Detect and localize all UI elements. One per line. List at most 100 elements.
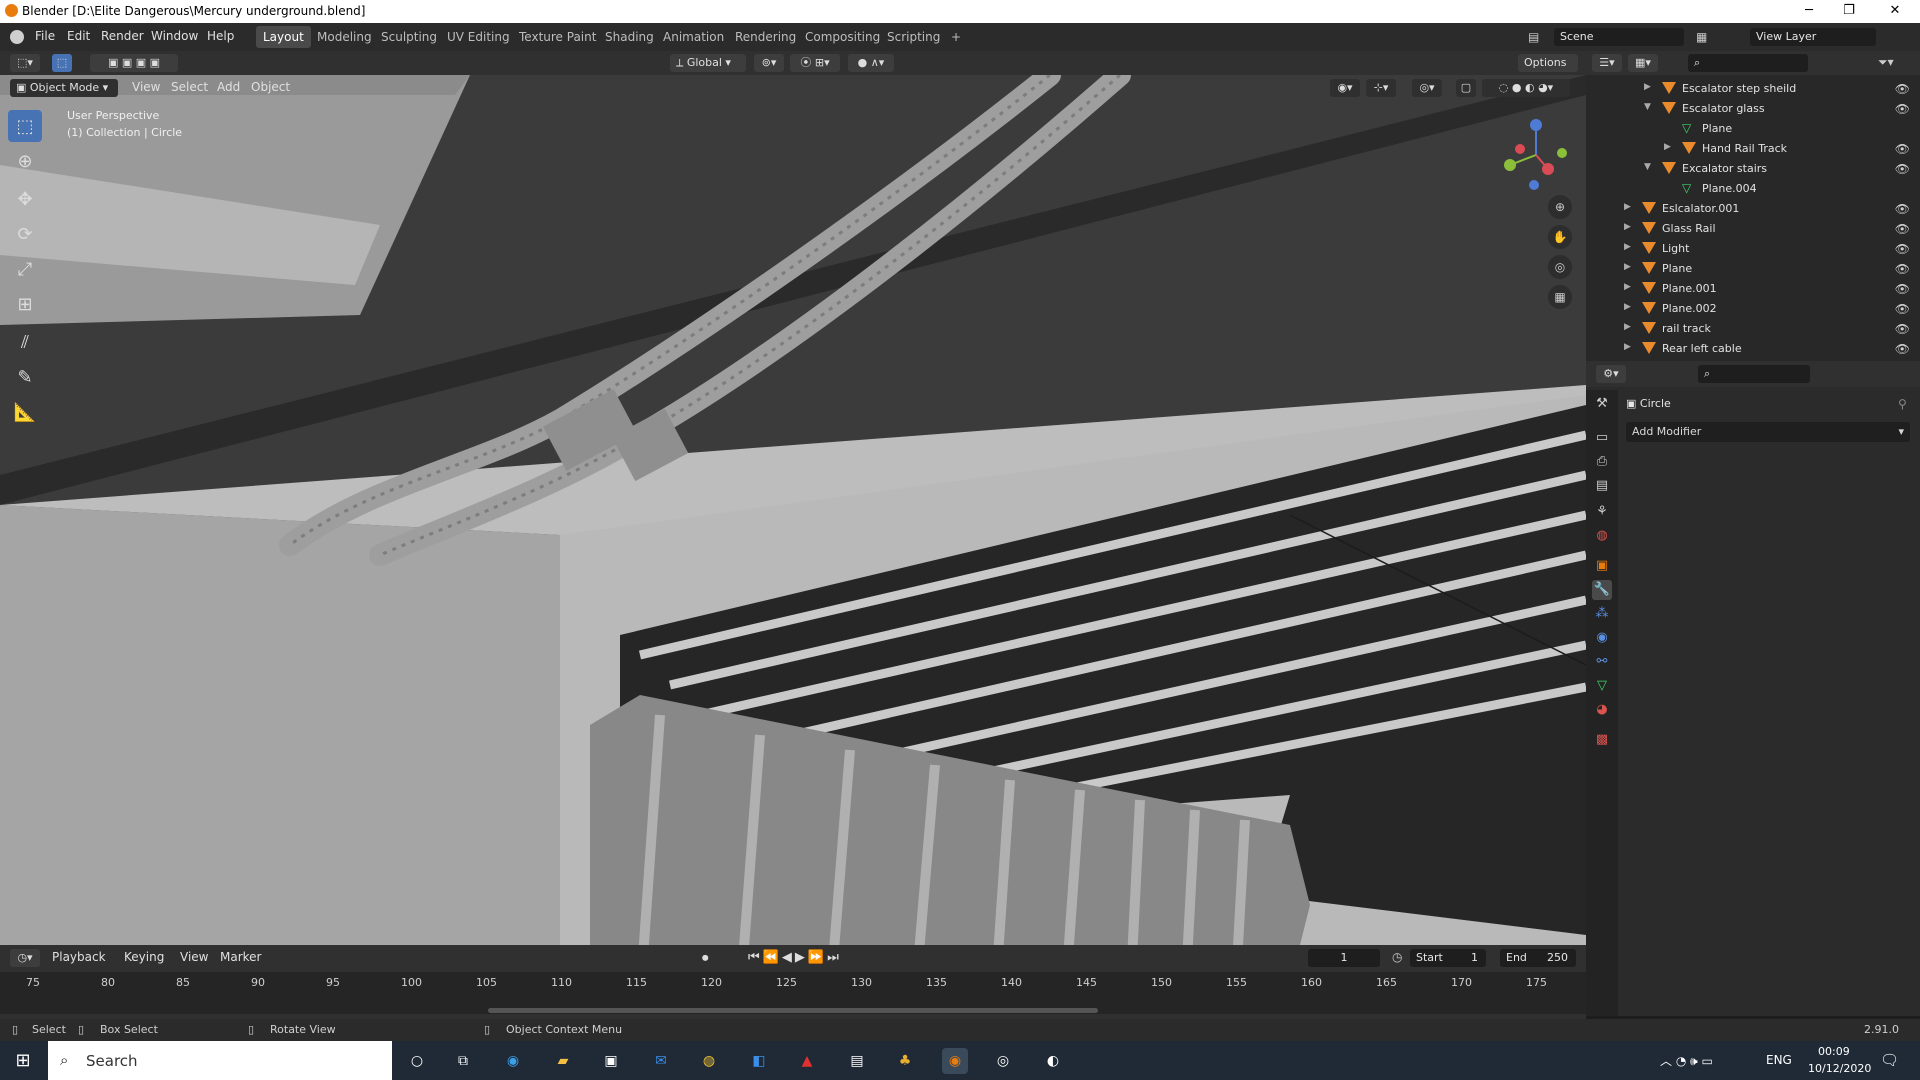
annotate-tool-icon[interactable]: ⫽ — [8, 326, 42, 358]
ortho-grid-icon[interactable]: ▦ — [1548, 285, 1572, 309]
outliner-item[interactable]: ▶ Glass Rail 👁 — [1586, 219, 1920, 239]
shading-mode-icons[interactable]: ◌ ● ◐ ◕▾ — [1482, 79, 1570, 97]
data-tab-icon[interactable]: ▽ — [1592, 676, 1612, 696]
overlays-icon[interactable]: ◎▾ — [1412, 79, 1442, 97]
menu-keying[interactable]: Keying — [124, 950, 164, 964]
timeline-editor-icon[interactable]: ◷▾ — [10, 949, 40, 967]
collapse-arrow-icon[interactable]: ▼ — [1644, 162, 1651, 172]
menu-timeline-view[interactable]: View — [180, 950, 208, 964]
tool-tab-icon[interactable]: ⚒ — [1592, 394, 1612, 414]
snap-icon[interactable]: ⦿ ⊞▾ — [790, 54, 840, 72]
close-button[interactable]: ✕ — [1872, 0, 1918, 23]
3d-viewport[interactable]: User Perspective (1) Collection | Circle… — [0, 75, 1586, 945]
outliner-item[interactable]: ▶ Plane.001 👁 — [1586, 279, 1920, 299]
file-explorer-icon[interactable]: ▰ — [550, 1048, 576, 1074]
outliner-item[interactable]: ▶ Hand Rail Track 👁 — [1586, 139, 1920, 159]
tray-icons[interactable]: ︿ ◔ 🕪 ▭ — [1660, 1052, 1713, 1069]
expand-arrow-icon[interactable]: ▶ — [1624, 282, 1631, 292]
outliner-item[interactable]: ▶ Plane.002 👁 — [1586, 299, 1920, 319]
object-tab-icon[interactable]: ▣ — [1592, 556, 1612, 576]
visibility-eye-icon[interactable]: 👁 — [1895, 342, 1910, 356]
visibility-eye-icon[interactable]: 👁 — [1895, 202, 1910, 216]
visibility-eye-icon[interactable]: 👁 — [1895, 82, 1910, 96]
move-tool-icon[interactable]: ✥ — [8, 183, 42, 215]
navigation-gizmo[interactable] — [1496, 115, 1576, 195]
render-tab-icon[interactable]: ▭ — [1592, 428, 1612, 448]
modifier-tab-icon[interactable]: 🔧 — [1592, 580, 1612, 600]
tab-modeling[interactable]: Modeling — [310, 26, 379, 48]
steam-icon[interactable]: ◎ — [990, 1048, 1016, 1074]
outliner-search-input[interactable]: ⌕ — [1688, 54, 1808, 72]
expand-arrow-icon[interactable]: ▶ — [1624, 242, 1631, 252]
cursor-tool-icon[interactable]: ⊕ — [8, 145, 42, 177]
outliner-item[interactable]: ▼ Escalator glass 👁 — [1586, 99, 1920, 119]
view-layer-tab-icon[interactable]: ▤ — [1592, 476, 1612, 496]
blender-menu-icon[interactable] — [10, 30, 24, 44]
expand-arrow-icon[interactable]: ▶ — [1624, 342, 1631, 352]
gizmo-icon[interactable]: ⊹▾ — [1366, 79, 1396, 97]
tab-uv-editing[interactable]: UV Editing — [440, 26, 517, 48]
rotate-tool-icon[interactable]: ⟳ — [8, 218, 42, 250]
outliner-item[interactable]: ▼ Excalator stairs 👁 — [1586, 159, 1920, 179]
annotate-pen-icon[interactable]: ✎ — [8, 361, 42, 393]
tab-scripting[interactable]: Scripting — [880, 26, 947, 48]
editor-type-icon[interactable]: ⬚▾ — [10, 54, 40, 72]
expand-arrow-icon[interactable]: ▶ — [1644, 82, 1651, 92]
visibility-eye-icon[interactable]: 👁 — [1895, 142, 1910, 156]
blender-taskbar-icon[interactable]: ◉ — [942, 1048, 968, 1074]
display-mode-icon[interactable]: ▦▾ — [1628, 54, 1658, 72]
material-tab-icon[interactable]: ◕ — [1592, 700, 1612, 720]
menu-window[interactable]: Window — [151, 29, 198, 43]
menu-select[interactable]: Select — [171, 80, 208, 94]
tab-rendering[interactable]: Rendering — [728, 26, 803, 48]
collapse-arrow-icon[interactable]: ▼ — [1644, 102, 1651, 112]
add-workspace-button[interactable]: + — [944, 26, 968, 48]
selection-mode-icons[interactable]: ▣ ▣ ▣ ▣ — [90, 54, 178, 72]
current-frame-field[interactable]: 1 — [1308, 949, 1380, 967]
properties-search-input[interactable]: ⌕ — [1698, 365, 1810, 383]
visibility-eye-icon[interactable]: 👁 — [1895, 302, 1910, 316]
particles-tab-icon[interactable]: ⁂ — [1592, 604, 1612, 624]
outliner-item[interactable]: ▽ Plane.004 — [1586, 179, 1920, 199]
visibility-eye-icon[interactable]: 👁 — [1895, 282, 1910, 296]
menu-help[interactable]: Help — [207, 29, 234, 43]
visibility-eye-icon[interactable]: 👁 — [1895, 222, 1910, 236]
scale-tool-icon[interactable]: ⤢ — [8, 253, 42, 285]
pin-icon[interactable]: ⚲ — [1898, 397, 1907, 411]
transform-tool-icon[interactable]: ⊞ — [8, 288, 42, 320]
xray-icon[interactable]: ▢ — [1456, 79, 1476, 97]
menu-render[interactable]: Render — [101, 29, 144, 43]
menu-playback[interactable]: Playback — [52, 950, 106, 964]
scene-field[interactable]: Scene — [1554, 28, 1684, 46]
add-modifier-dropdown[interactable]: Add Modifier ▾ — [1626, 422, 1910, 442]
expand-arrow-icon[interactable]: ▶ — [1624, 202, 1631, 212]
app-icon-game[interactable]: ♣ — [892, 1048, 918, 1074]
notification-icon[interactable]: 🗨 — [1880, 1051, 1899, 1069]
outliner-item[interactable]: ▶ Eslcalator.001 👁 — [1586, 199, 1920, 219]
outliner-editor-icon[interactable]: ☰▾ — [1592, 54, 1622, 72]
visibility-icon[interactable]: ◉▾ — [1330, 79, 1360, 97]
visibility-eye-icon[interactable]: 👁 — [1895, 102, 1910, 116]
outliner-item[interactable]: ▶ Plane 👁 — [1586, 259, 1920, 279]
menu-marker[interactable]: Marker — [220, 950, 261, 964]
menu-edit[interactable]: Edit — [67, 29, 90, 43]
outliner-item[interactable]: ▶ rail track 👁 — [1586, 319, 1920, 339]
visibility-eye-icon[interactable]: 👁 — [1895, 322, 1910, 336]
acrobat-icon[interactable]: ▲ — [794, 1048, 820, 1074]
expand-arrow-icon[interactable]: ▶ — [1624, 302, 1631, 312]
select-tool-icon[interactable]: ⬚ — [8, 110, 42, 142]
clock-time[interactable]: 00:09 — [1818, 1045, 1850, 1058]
edge-icon[interactable]: ◉ — [500, 1048, 526, 1074]
mail-icon[interactable]: ✉ — [648, 1048, 674, 1074]
menu-view[interactable]: View — [132, 80, 160, 94]
outliner-item[interactable]: ▶ Rear left cable 👁 — [1586, 339, 1920, 359]
world-tab-icon[interactable]: ◍ — [1592, 526, 1612, 546]
store-icon[interactable]: ▣ — [598, 1048, 624, 1074]
view-layer-field[interactable]: View Layer — [1750, 28, 1876, 46]
tab-layout[interactable]: Layout — [256, 26, 311, 48]
app-icon-blue[interactable]: ◧ — [746, 1048, 772, 1074]
visibility-eye-icon[interactable]: 👁 — [1895, 262, 1910, 276]
proportional-edit-icon[interactable]: ● ∧▾ — [848, 54, 894, 72]
expand-arrow-icon[interactable]: ▶ — [1664, 142, 1671, 152]
outliner-item[interactable]: ▶ Light 👁 — [1586, 239, 1920, 259]
